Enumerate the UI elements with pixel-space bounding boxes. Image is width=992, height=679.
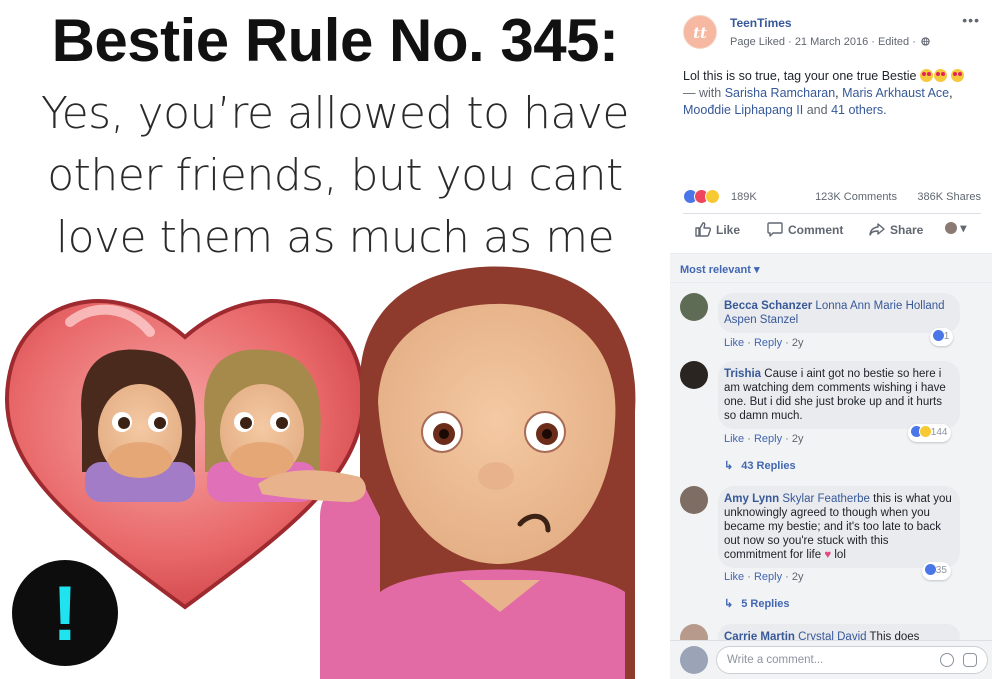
share-button[interactable]: Share	[869, 222, 923, 237]
post-image[interactable]: Bestie Rule No. 345: Yes, you’re allowed…	[0, 0, 670, 679]
comments-list[interactable]: Becca Schanzer Lonna Ann Marie Holland A…	[670, 283, 992, 640]
comment-time[interactable]: 2y	[792, 337, 804, 349]
image-line-1: Yes, you’re allowed to have	[41, 88, 629, 139]
more-options-icon[interactable]: •••	[962, 12, 980, 28]
comment-sort-bar: Most relevant ▾	[670, 253, 992, 283]
comment-actions: Like · Reply · 2y	[724, 433, 804, 445]
comment-author[interactable]: Carrie Martin	[724, 631, 795, 640]
comment-button[interactable]: Comment	[767, 222, 843, 237]
heart-eyes-emoji-icon	[951, 69, 965, 82]
avatar[interactable]	[680, 624, 708, 640]
comment-reply-link[interactable]: Reply	[754, 337, 782, 349]
post-actions: Like Comment Share ▾	[683, 218, 981, 244]
comment-mention[interactable]: Crystal David	[798, 631, 866, 640]
emoji-icon[interactable]	[940, 653, 954, 667]
comment-bubble: Amy Lynn Skylar Featherbe this is what y…	[718, 486, 960, 568]
brand-badge-icon: !	[12, 560, 118, 666]
brand-badge-glyph: !	[52, 569, 78, 657]
caption-and: and	[806, 103, 828, 117]
reaction-count[interactable]: 189K	[731, 191, 757, 203]
globe-icon	[921, 37, 930, 46]
replies-count: 5 Replies	[741, 598, 790, 610]
comment-like-link[interactable]: Like	[724, 571, 744, 583]
image-line-3: love them as much as me	[55, 212, 615, 263]
comment-text-end: lol	[834, 549, 846, 561]
image-line-2: other friends, but you cant	[47, 150, 623, 201]
comment-actions: Like · Reply · 2y	[724, 571, 804, 583]
image-title: Bestie Rule No. 345:	[51, 7, 619, 74]
post-panel: tt TeenTimes Page Liked · 21 March 2016 …	[670, 0, 992, 679]
caption-text: Lol this is so true, tag your one true B…	[683, 69, 917, 83]
like-button-label: Like	[716, 223, 741, 237]
comment-like-link[interactable]: Like	[724, 433, 744, 445]
caption-comma: ,	[949, 86, 953, 100]
avatar	[680, 646, 708, 674]
chevron-down-icon: ▾	[960, 221, 967, 235]
divider	[683, 213, 981, 214]
avatar[interactable]	[680, 486, 708, 514]
page-name-link[interactable]: TeenTimes	[730, 16, 792, 30]
heart-eyes-emoji-icon	[919, 69, 933, 82]
sticker-icon[interactable]	[963, 653, 977, 667]
sort-dropdown[interactable]: Most relevant ▾	[680, 263, 760, 276]
comment-icon	[767, 222, 783, 237]
caption-with: — with	[683, 86, 722, 100]
tagged-user-link[interactable]: Moođdie Liphapang II	[683, 103, 803, 117]
avatar	[945, 222, 957, 234]
tagged-user-link[interactable]: Maris Arkhaust Ace	[842, 86, 949, 100]
comment-button-label: Comment	[788, 223, 844, 237]
comment-reply-link[interactable]: Reply	[754, 433, 782, 445]
page-avatar[interactable]: tt	[683, 15, 717, 49]
comment-reaction-badge[interactable]: 144	[908, 424, 952, 442]
share-button-label: Share	[890, 223, 924, 237]
comment-mention[interactable]: Skylar Featherbe	[782, 493, 870, 505]
replies-count: 43 Replies	[741, 460, 796, 472]
share-count[interactable]: 386K Shares	[917, 191, 981, 203]
post-caption: Lol this is so true, tag your one true B…	[683, 68, 979, 119]
comment-author[interactable]: Becca Schanzer	[724, 300, 812, 312]
view-replies-link[interactable]: ↳ 5 Replies	[724, 597, 790, 610]
comment-bubble: Becca Schanzer Lonna Ann Marie Holland A…	[718, 293, 960, 333]
comment-author[interactable]: Trishia	[724, 368, 761, 380]
comment-time[interactable]: 2y	[792, 433, 804, 445]
reaction-count: 144	[930, 427, 948, 438]
reply-arrow-icon: ↳	[724, 460, 734, 472]
post-meta: Page Liked · 21 March 2016 · Edited ·	[730, 36, 930, 48]
comment-like-link[interactable]: Like	[724, 337, 744, 349]
comment-reply-link[interactable]: Reply	[754, 571, 782, 583]
comment-bubble: Carrie Martin Crystal David This does	[718, 624, 960, 640]
audience-selector[interactable]: ▾	[945, 221, 966, 235]
reaction-count: 35	[935, 565, 947, 576]
thumbs-up-icon	[695, 222, 712, 237]
write-comment-bar	[670, 640, 992, 679]
comment-bubble: Trishia Cause i aint got no bestie so he…	[718, 361, 960, 429]
comment-reaction-badge[interactable]: 35	[922, 562, 951, 580]
tagged-user-link[interactable]: Sarisha Ramcharan	[725, 86, 835, 100]
tagged-others-link[interactable]: 41 others.	[831, 103, 887, 117]
share-icon	[869, 223, 885, 236]
view-replies-link[interactable]: ↳ 43 Replies	[724, 459, 796, 472]
comment-actions: Like · Reply · 2y	[724, 337, 804, 349]
like-button[interactable]: Like	[695, 222, 740, 237]
caption-comma: ,	[835, 86, 839, 100]
reaction-count: 1	[943, 331, 950, 342]
reply-arrow-icon: ↳	[724, 598, 734, 610]
comment-count[interactable]: 123K Comments	[815, 191, 897, 203]
comment-author[interactable]: Amy Lynn	[724, 493, 779, 505]
heart-eyes-emoji-icon	[933, 69, 947, 82]
avatar[interactable]	[680, 361, 708, 389]
comment-reaction-badge[interactable]: 1	[930, 328, 954, 346]
reactions-summary: 189K 123K Comments 386K Shares	[683, 189, 981, 205]
girl-emoji-left	[81, 349, 196, 502]
sparkling-heart-icon: ♥	[824, 549, 832, 561]
comment-text: This does	[869, 631, 920, 640]
reaction-icons[interactable]	[683, 189, 720, 205]
post-meta-text: Page Liked · 21 March 2016 · Edited ·	[730, 36, 916, 48]
avatar[interactable]	[680, 293, 708, 321]
haha-icon	[705, 189, 720, 204]
comment-time[interactable]: 2y	[792, 571, 804, 583]
